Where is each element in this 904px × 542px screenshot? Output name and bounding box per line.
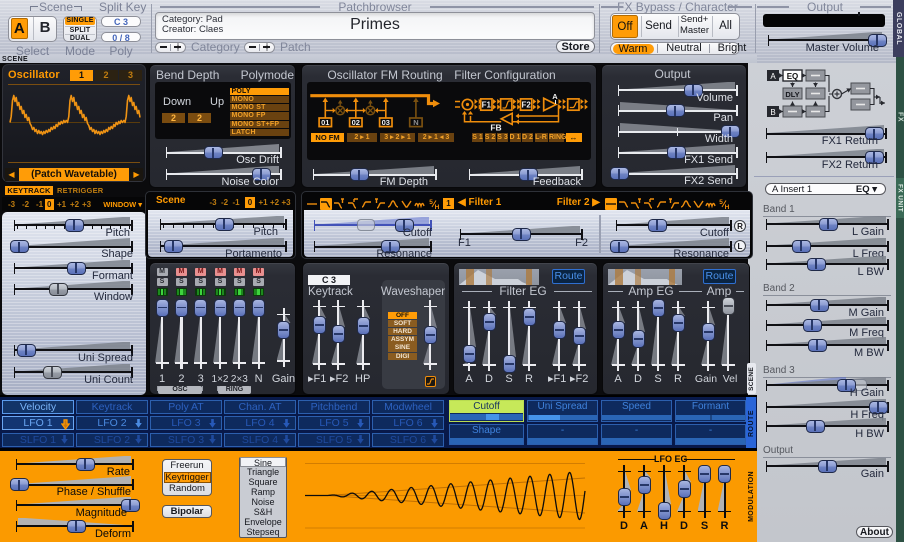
- svg-text:01: 01: [321, 118, 329, 127]
- svg-text:A: A: [552, 92, 558, 101]
- svg-text:A: A: [770, 72, 776, 81]
- svg-text:H: H: [434, 204, 439, 210]
- svg-text:N: N: [413, 118, 418, 127]
- svg-text:FB: FB: [490, 123, 501, 133]
- svg-text:5: 5: [719, 199, 723, 206]
- svg-text:EQ: EQ: [787, 72, 799, 81]
- svg-text:B: B: [770, 108, 775, 117]
- svg-text:03: 03: [382, 118, 390, 127]
- svg-text:H: H: [724, 204, 729, 210]
- svg-text:DLY: DLY: [785, 90, 799, 99]
- svg-text:F2: F2: [522, 101, 532, 110]
- svg-text:5: 5: [429, 199, 433, 206]
- svg-text:F1: F1: [482, 101, 492, 110]
- svg-text:02: 02: [352, 118, 360, 127]
